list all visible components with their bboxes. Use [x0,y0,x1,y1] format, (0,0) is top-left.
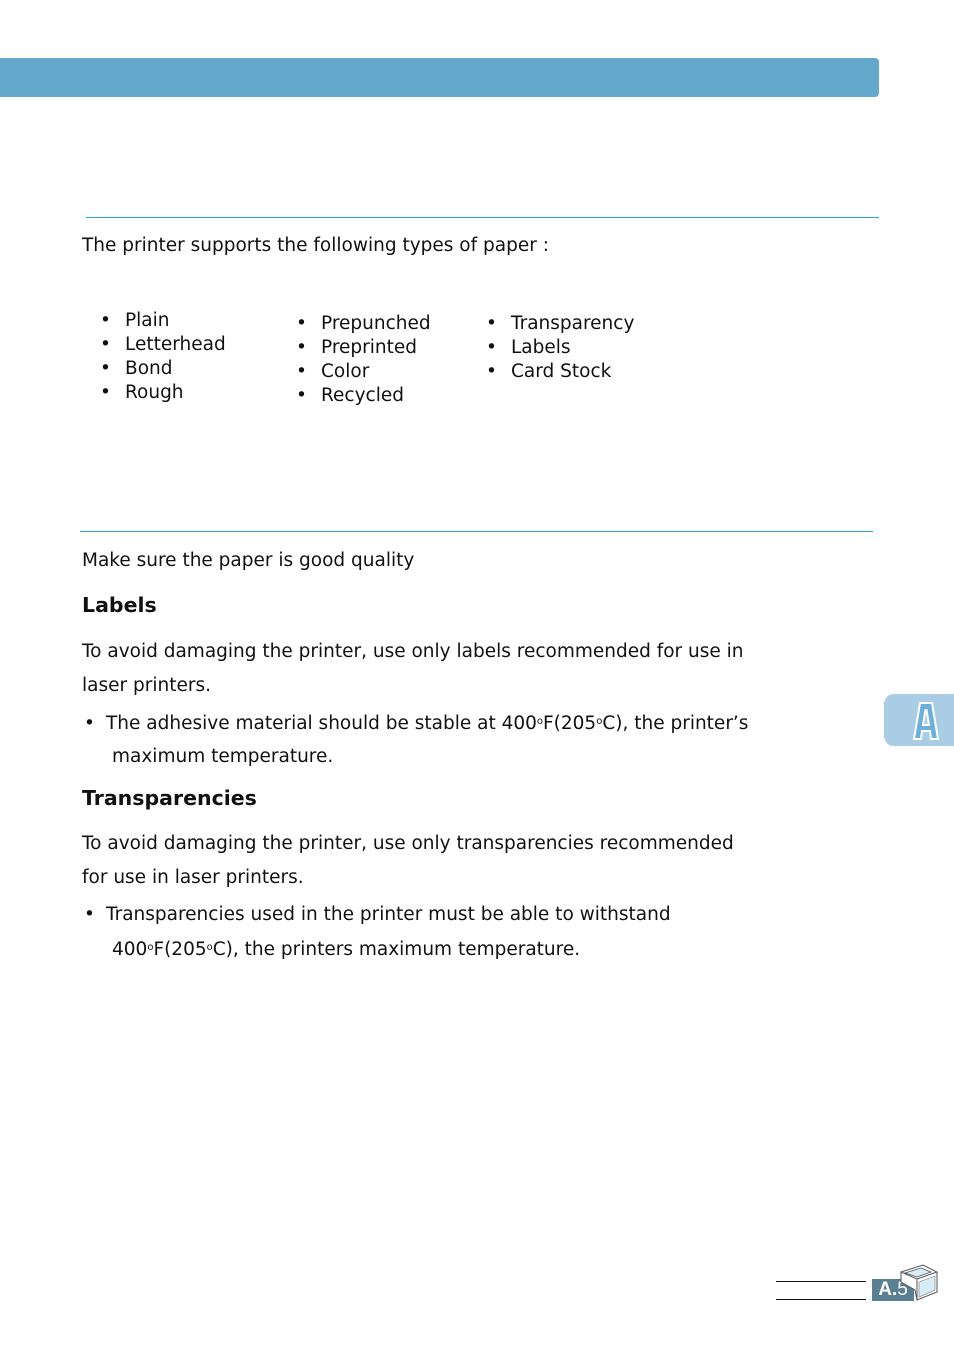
appendix-side-tab [884,694,954,746]
bullet-icon: • [100,358,111,379]
list-item: • Letterhead [100,334,226,355]
list-item: • Transparency [486,313,635,334]
transparencies-bullet: • Transparencies used in the printer must… [84,898,671,966]
bullet-icon: • [486,313,497,334]
bullet-icon: • [296,361,307,382]
paper-types-column-1: • Plain • Letterhead • Bond • Rough [100,309,226,405]
transparencies-heading: Transparencies [82,786,257,810]
bullet-icon: • [100,310,111,331]
section-divider [80,531,873,532]
list-item: • Preprinted [296,337,418,358]
list-item: • Rough [100,382,184,403]
labels-bullet: • The adhesive material should be stable … [84,705,748,773]
list-item: • Color [296,361,370,382]
labels-heading: Labels [82,593,157,617]
section-divider [86,217,879,218]
footer-rule [776,1299,866,1300]
bullet-icon: • [486,337,497,358]
list-item: • Prepunched [296,313,431,334]
labels-paragraph: To avoid damaging the printer, use only … [82,641,744,696]
list-item: • Bond [100,358,173,379]
bullet-icon: • [100,382,111,403]
paper-types-intro: The printer supports the following types… [82,235,549,256]
paper-types-column-3: • Transparency • Labels • Card Stock [486,312,634,384]
list-item: • Card Stock [486,361,612,382]
bullet-icon: • [296,337,307,358]
guidelines-intro: Make sure the paper is good quality [82,550,415,571]
header-band [0,58,879,97]
list-item: • Recycled [296,385,404,406]
printer-icon [900,1264,938,1301]
bullet-icon: • [100,334,111,355]
paper-types-column-2: • Prepunched • Preprinted • Color • Recycled [296,312,431,408]
bullet-icon: • [84,904,95,925]
bullet-icon: • [84,713,95,734]
appendix-letter-a-icon [912,702,940,740]
bullet-icon: • [486,361,497,382]
list-item: • Labels [486,337,571,358]
bullet-icon: • [296,385,307,406]
footer-rule [776,1281,866,1282]
list-item: • Plain [100,310,170,331]
bullet-icon: • [296,313,307,334]
transparencies-paragraph: To avoid damaging the printer, use only … [82,833,734,888]
